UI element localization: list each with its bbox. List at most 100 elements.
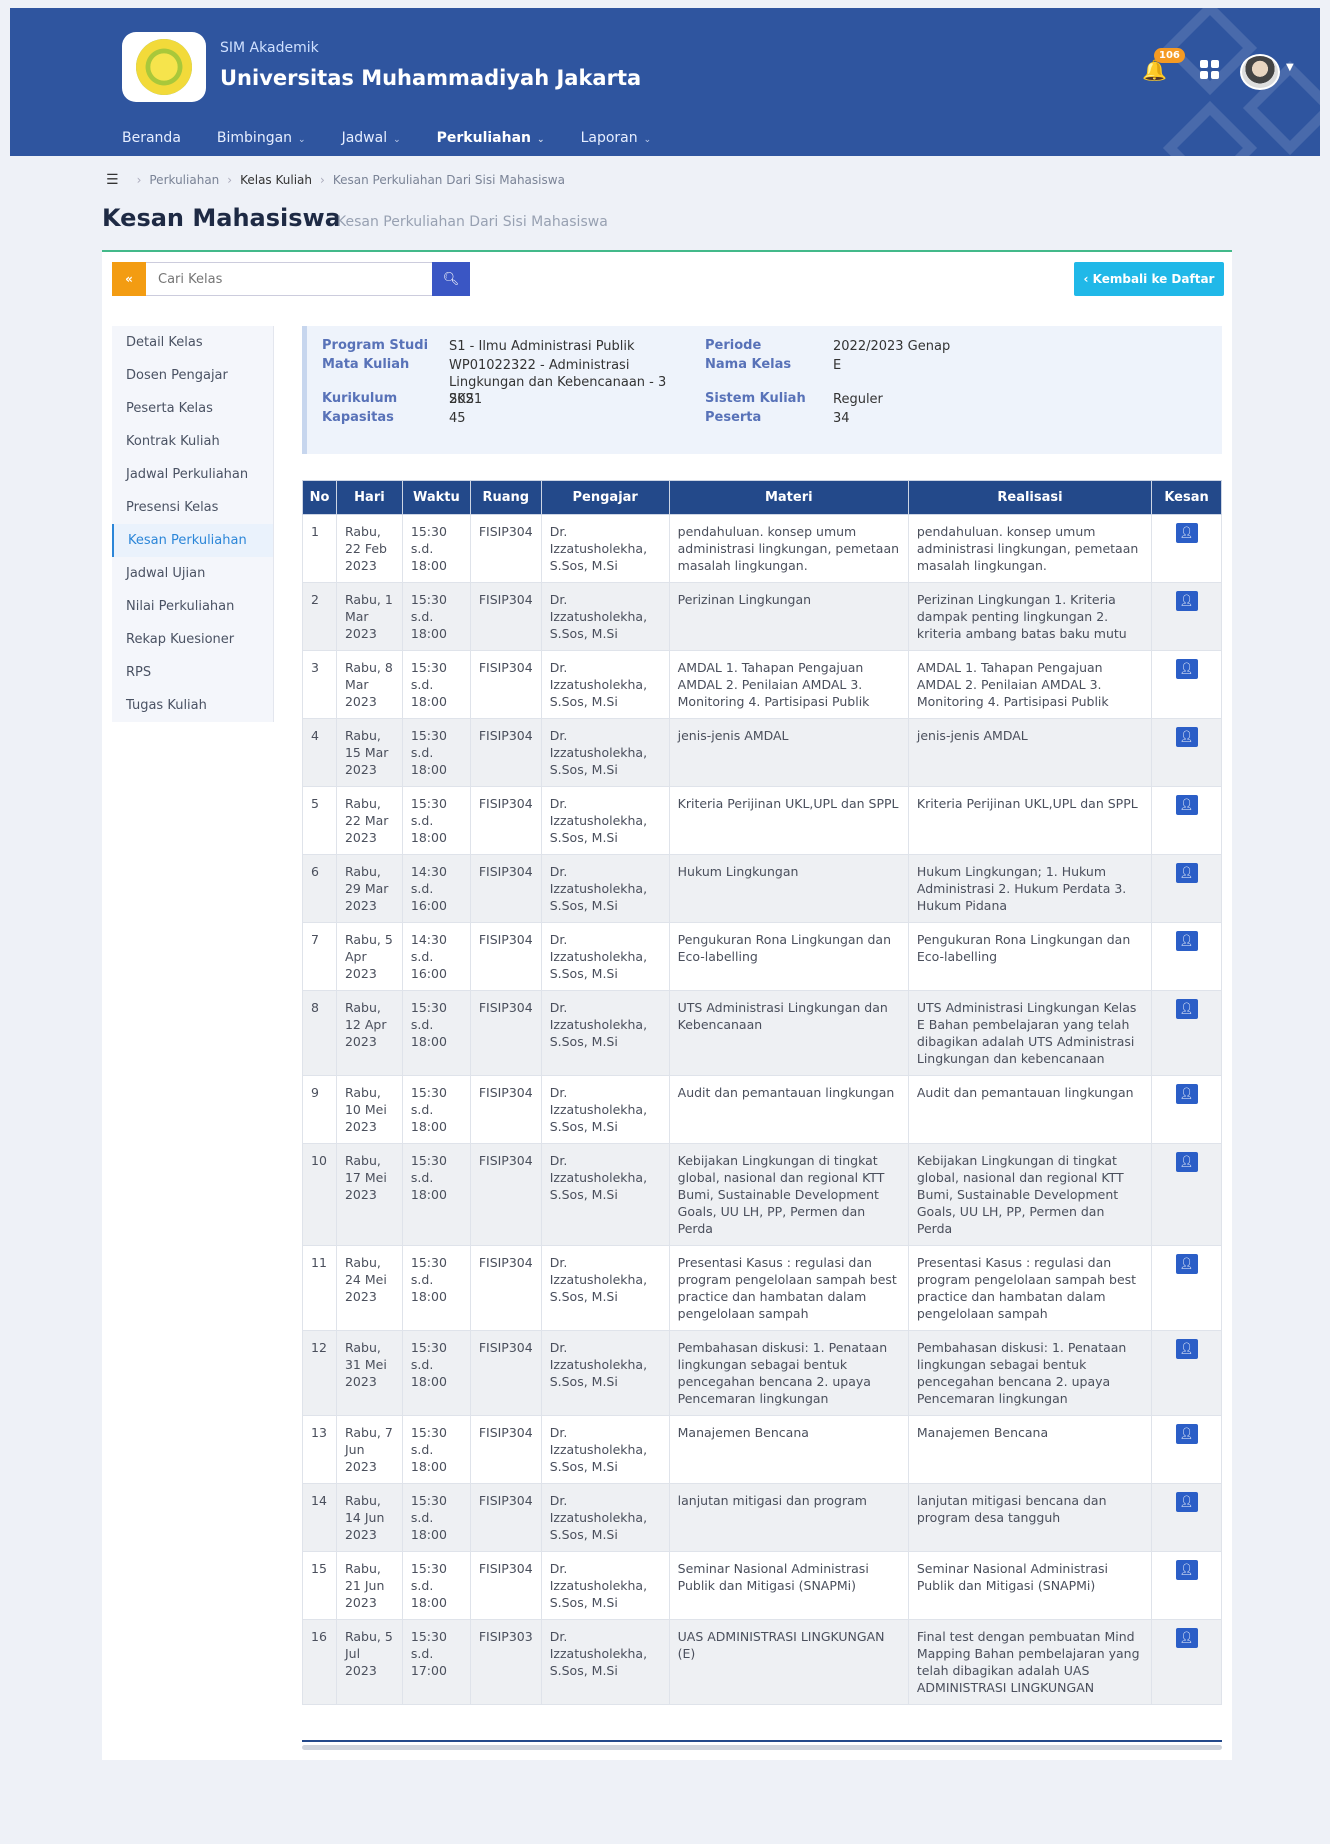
kesan-user-icon[interactable]: 👤︎	[1175, 1084, 1198, 1104]
sidebar-item-presensi-kelas[interactable]: Presensi Kelas	[112, 491, 273, 524]
back-to-list-button[interactable]: ‹ Kembali ke Daftar	[1074, 262, 1224, 296]
nav-item-perkuliahan[interactable]: Perkuliahan ⌄	[437, 130, 545, 146]
sidebar-item-jadwal-ujian[interactable]: Jadwal Ujian	[112, 557, 273, 590]
cell-ruang: FISIP304	[469, 582, 542, 651]
hamburger-icon[interactable]: ☰	[106, 172, 119, 188]
cell-kesan: 👤︎	[1151, 854, 1222, 923]
search-input[interactable]	[146, 262, 432, 296]
cell-waktu: 15:30 s.d. 18:00	[401, 786, 471, 855]
peserta-value: 34	[833, 411, 850, 426]
kesan-user-icon[interactable]: 👤︎	[1175, 1152, 1198, 1172]
table-row: 8 Rabu, 12 Apr 2023 15:30 s.d. 18:00 FISIP3…	[302, 990, 1222, 1076]
cell-kesan: 👤︎	[1151, 650, 1222, 719]
nav-item-label: Laporan	[580, 130, 638, 146]
kesan-user-icon[interactable]: 👤︎	[1175, 1339, 1198, 1359]
cell-hari: Rabu, 8 Mar 2023	[335, 650, 403, 719]
cell-ruang: FISIP304	[469, 786, 542, 855]
kesan-user-icon[interactable]: 👤︎	[1175, 1254, 1198, 1274]
kesan-user-icon[interactable]: 👤︎	[1175, 863, 1198, 883]
cell-ruang: FISIP304	[469, 514, 542, 583]
kesan-user-icon[interactable]: 👤︎	[1175, 591, 1198, 611]
column-header-no: No	[302, 480, 337, 515]
table-row: 6 Rabu, 29 Mar 2023 14:30 s.d. 16:00 FISIP3…	[302, 854, 1222, 923]
kesan-user-icon[interactable]: 👤︎	[1175, 1424, 1198, 1444]
nav-item-jadwal[interactable]: Jadwal ⌄	[342, 130, 401, 146]
cell-materi: Manajemen Bencana	[668, 1415, 909, 1484]
cell-hari: Rabu, 15 Mar 2023	[335, 718, 403, 787]
sidebar-item-peserta-kelas[interactable]: Peserta Kelas	[112, 392, 273, 425]
sidebar-item-kontrak-kuliah[interactable]: Kontrak Kuliah	[112, 425, 273, 458]
cell-materi: Hukum Lingkungan	[668, 854, 909, 923]
sidebar-item-detail-kelas[interactable]: Detail Kelas	[112, 326, 273, 359]
top-header: SIM Akademik Universitas Muhammadiyah Ja…	[10, 8, 1320, 156]
cell-pengajar: Dr. Izzatusholekha, S.Sos, M.Si	[540, 1551, 670, 1620]
breadcrumb: ☰ › Perkuliahan › Kelas Kuliah › Kesan P…	[106, 172, 565, 188]
cell-pengajar: Dr. Izzatusholekha, S.Sos, M.Si	[540, 1483, 670, 1552]
kesan-user-icon[interactable]: 👤︎	[1175, 931, 1198, 951]
nav-item-bimbingan[interactable]: Bimbingan ⌄	[217, 130, 306, 146]
horizontal-scrollbar[interactable]	[302, 1745, 1222, 1750]
cell-materi: UAS ADMINISTRASI LINGKUNGAN (E)	[668, 1619, 909, 1705]
cell-no: 9	[302, 1075, 337, 1144]
collapse-button[interactable]: «	[112, 262, 146, 296]
cell-ruang: FISIP304	[469, 1143, 542, 1246]
kesan-user-icon[interactable]: 👤︎	[1175, 727, 1198, 747]
sidebar-item-jadwal-perkuliahan[interactable]: Jadwal Perkuliahan	[112, 458, 273, 491]
chevron-down-icon: ⌄	[298, 135, 306, 145]
sidebar-item-rekap-kuesioner[interactable]: Rekap Kuesioner	[112, 623, 273, 656]
breadcrumb-perkuliahan[interactable]: Perkuliahan	[149, 173, 219, 187]
cell-waktu: 15:30 s.d. 18:00	[401, 990, 471, 1076]
cell-no: 3	[302, 650, 337, 719]
breadcrumb-current: Kesan Perkuliahan Dari Sisi Mahasiswa	[332, 173, 565, 187]
periode-label: Periode	[705, 338, 762, 353]
cell-hari: Rabu, 22 Mar 2023	[335, 786, 403, 855]
cell-materi: Perizinan Lingkungan	[668, 582, 909, 651]
kesan-user-icon[interactable]: 👤︎	[1175, 1492, 1198, 1512]
sidebar-item-dosen-pengajar[interactable]: Dosen Pengajar	[112, 359, 273, 392]
cell-pengajar: Dr. Izzatusholekha, S.Sos, M.Si	[540, 1245, 670, 1331]
cell-hari: Rabu, 22 Feb 2023	[335, 514, 403, 583]
cell-ruang: FISIP304	[469, 718, 542, 787]
sidebar-item-tugas-kuliah[interactable]: Tugas Kuliah	[112, 689, 273, 722]
sidebar-item-rps[interactable]: RPS	[112, 656, 273, 689]
cell-materi: lanjutan mitigasi dan program	[668, 1483, 909, 1552]
cell-pengajar: Dr. Izzatusholekha, S.Sos, M.Si	[540, 922, 670, 991]
kesan-user-icon[interactable]: 👤︎	[1175, 1628, 1198, 1648]
kesan-user-icon[interactable]: 👤︎	[1175, 795, 1198, 815]
apps-grid-icon[interactable]	[1200, 60, 1220, 80]
cell-realisasi: Pembahasan diskusi: 1. Penataan lingkung…	[907, 1330, 1153, 1416]
kesan-user-icon[interactable]: 👤︎	[1175, 999, 1198, 1019]
university-logo[interactable]	[122, 32, 206, 102]
app-title[interactable]: Universitas Muhammadiyah Jakarta	[220, 66, 641, 90]
cell-hari: Rabu, 24 Mei 2023	[335, 1245, 403, 1331]
column-header-realisasi: Realisasi	[907, 480, 1153, 515]
cell-hari: Rabu, 7 Jun 2023	[335, 1415, 403, 1484]
nav-item-beranda[interactable]: Beranda	[122, 130, 181, 146]
sidebar-item-kesan-perkuliahan[interactable]: Kesan Perkuliahan	[112, 524, 273, 557]
kesan-user-icon[interactable]: 👤︎	[1175, 1560, 1198, 1580]
table-row: 13 Rabu, 7 Jun 2023 15:30 s.d. 18:00 FISIP3…	[302, 1415, 1222, 1484]
cell-waktu: 15:30 s.d. 18:00	[401, 650, 471, 719]
nav-item-laporan[interactable]: Laporan ⌄	[581, 130, 652, 146]
avatar[interactable]	[1240, 54, 1280, 90]
kesan-user-icon[interactable]: 👤︎	[1175, 659, 1198, 679]
kesan-user-icon[interactable]: 👤︎	[1175, 523, 1198, 543]
kapasitas-label: Kapasitas	[322, 410, 394, 425]
search-button[interactable]: 🔍︎	[432, 262, 470, 296]
cell-kesan: 👤︎	[1151, 1415, 1222, 1484]
sidebar-item-nilai-perkuliahan[interactable]: Nilai Perkuliahan	[112, 590, 273, 623]
main-nav: Beranda Bimbingan ⌄ Jadwal ⌄ Perkuliahan ⌄ Lapo…	[122, 130, 687, 146]
mata-kuliah-label: Mata Kuliah	[322, 357, 410, 372]
cell-hari: Rabu, 12 Apr 2023	[335, 990, 403, 1076]
cell-kesan: 👤︎	[1151, 1245, 1222, 1331]
cell-ruang: FISIP304	[469, 1415, 542, 1484]
cell-waktu: 15:30 s.d. 18:00	[401, 1075, 471, 1144]
caret-down-icon[interactable]: ▼	[1286, 62, 1294, 73]
cell-materi: Kebijakan Lingkungan di tingkat global, …	[668, 1143, 909, 1246]
table-row: 1 Rabu, 22 Feb 2023 15:30 s.d. 18:00 FISIP3…	[302, 514, 1222, 583]
breadcrumb-kelas-kuliah[interactable]: Kelas Kuliah	[240, 173, 312, 187]
cell-hari: Rabu, 17 Mei 2023	[335, 1143, 403, 1246]
program-studi-value: S1 - Ilmu Administrasi Publik	[449, 339, 635, 354]
cell-materi: UTS Administrasi Lingkungan dan Kebencan…	[668, 990, 909, 1076]
table-row: 2 Rabu, 1 Mar 2023 15:30 s.d. 18:00 FISIP30…	[302, 582, 1222, 651]
